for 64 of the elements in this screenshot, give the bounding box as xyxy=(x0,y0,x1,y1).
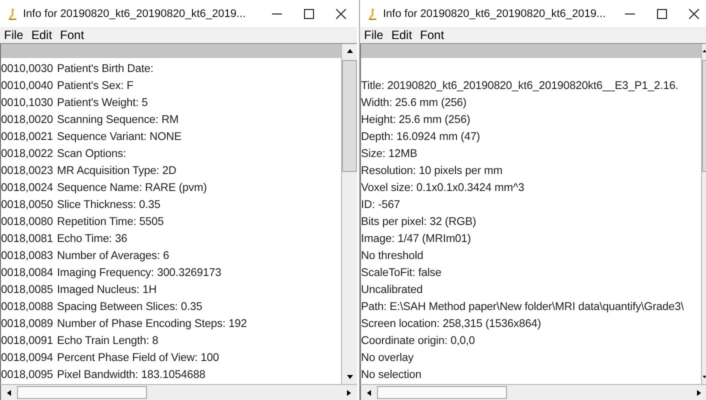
window-title: Info for 20190820_kt6_20190820_kt6_2019... xyxy=(23,8,247,20)
info-line: Screen location: 258,315 (1536x864) xyxy=(361,318,541,330)
menu-item[interactable]: Edit xyxy=(391,28,412,42)
tag-code: 0018,0022 xyxy=(1,148,53,160)
info-line: Scanning Sequence: RM xyxy=(56,114,179,126)
info-line: Sequence Variant: NONE xyxy=(56,130,182,142)
info-line: No threshold xyxy=(361,250,424,262)
info-line: Coordinate origin: 0,0,0 xyxy=(361,334,475,346)
tag-code: 0010,0040 xyxy=(1,80,53,92)
menu-item[interactable]: File xyxy=(4,28,24,42)
info-line: Patient's Weight: 5 xyxy=(56,96,148,108)
info-line: Size: 12MB xyxy=(361,148,418,160)
info-line: Repetition Time: 5505 xyxy=(56,216,164,228)
info-line: Voxel size: 0.1x0.1x0.3424 mm^3 xyxy=(361,182,524,194)
info-line: Depth: 16.0924 mm (47) xyxy=(361,130,480,142)
info-line: Uncalibrated xyxy=(361,284,423,296)
info-line: Slice Thickness: 0.35 xyxy=(56,198,160,210)
tag-code: 0018,0091 xyxy=(1,334,53,346)
menu-item[interactable]: File xyxy=(364,28,384,42)
info-line: Patient's Sex: F xyxy=(56,80,134,92)
info-line: Width: 25.6 mm (256) xyxy=(361,96,467,108)
info-line: Path: E:\SAH Method paper\New folder\MRI data\quantify\Grade3\ xyxy=(361,300,684,312)
menu-item[interactable]: Edit xyxy=(31,28,52,42)
tag-code: 0018,0021 xyxy=(1,130,53,142)
tag-code: 0018,0020 xyxy=(1,114,53,126)
info-line: ID: -567 xyxy=(361,198,400,210)
tag-code: 0018,0094 xyxy=(1,352,53,364)
info-line: Number of Phase Encoding Steps: 192 xyxy=(56,318,247,330)
tag-code: 0018,0050 xyxy=(1,198,53,210)
window-title: Info for 20190820_kt6_20190820_kt6_2019... xyxy=(383,8,607,20)
tag-code: 0010,1030 xyxy=(1,96,53,108)
info-line: Pixel Bandwidth: 183.1054688 xyxy=(56,368,206,380)
tag-code: 0018,0088 xyxy=(1,300,53,312)
tag-code: 0018,0085 xyxy=(1,284,53,296)
info-line: Sequence Name: RARE (pvm) xyxy=(56,182,207,194)
tag-code: 0018,0080 xyxy=(1,216,53,228)
info-line: No overlay xyxy=(361,352,414,364)
menu-item[interactable]: Font xyxy=(60,28,84,42)
tag-code: 0018,0089 xyxy=(1,318,53,330)
tag-code: 0018,0083 xyxy=(1,250,53,262)
info-line: Resolution: 10 pixels per mm xyxy=(361,164,502,176)
info-line: No selection xyxy=(361,368,422,380)
info-line: Echo Time: 36 xyxy=(56,232,128,244)
tag-code: 0018,0023 xyxy=(1,164,53,176)
info-line: Title: 20190820_kt6_20190820_kt6_20190820kt6__E3_P1_2.16. xyxy=(361,80,678,92)
info-line: ScaleToFit: false xyxy=(361,266,442,278)
tag-code: 0018,0084 xyxy=(1,266,53,278)
info-line: Patient's Birth Date: xyxy=(56,62,154,74)
tag-code: 0018,0081 xyxy=(1,232,53,244)
tag-code: 0018,0095 xyxy=(1,368,53,380)
info-line: Scan Options: xyxy=(56,148,126,160)
info-line: Height: 25.6 mm (256) xyxy=(361,114,470,126)
info-line: MR Acquisition Type: 2D xyxy=(56,164,176,176)
info-line: Imaged Nucleus: 1H xyxy=(56,284,157,296)
info-line: Echo Train Length: 8 xyxy=(56,334,158,346)
tag-code: 0010,0030 xyxy=(1,62,53,74)
info-line: Bits per pixel: 32 (RGB) xyxy=(361,216,476,228)
info-line: Percent Phase Field of View: 100 xyxy=(56,352,220,364)
info-line: Spacing Between Slices: 0.35 xyxy=(56,300,202,312)
menu-item[interactable]: Font xyxy=(420,28,444,42)
info-line: Imaging Frequency: 300.3269173 xyxy=(56,266,222,278)
info-line: Image: 1/47 (MRIm01) xyxy=(361,232,471,244)
tag-code: 0018,0024 xyxy=(1,182,53,194)
info-line: Number of Averages: 6 xyxy=(56,250,170,262)
